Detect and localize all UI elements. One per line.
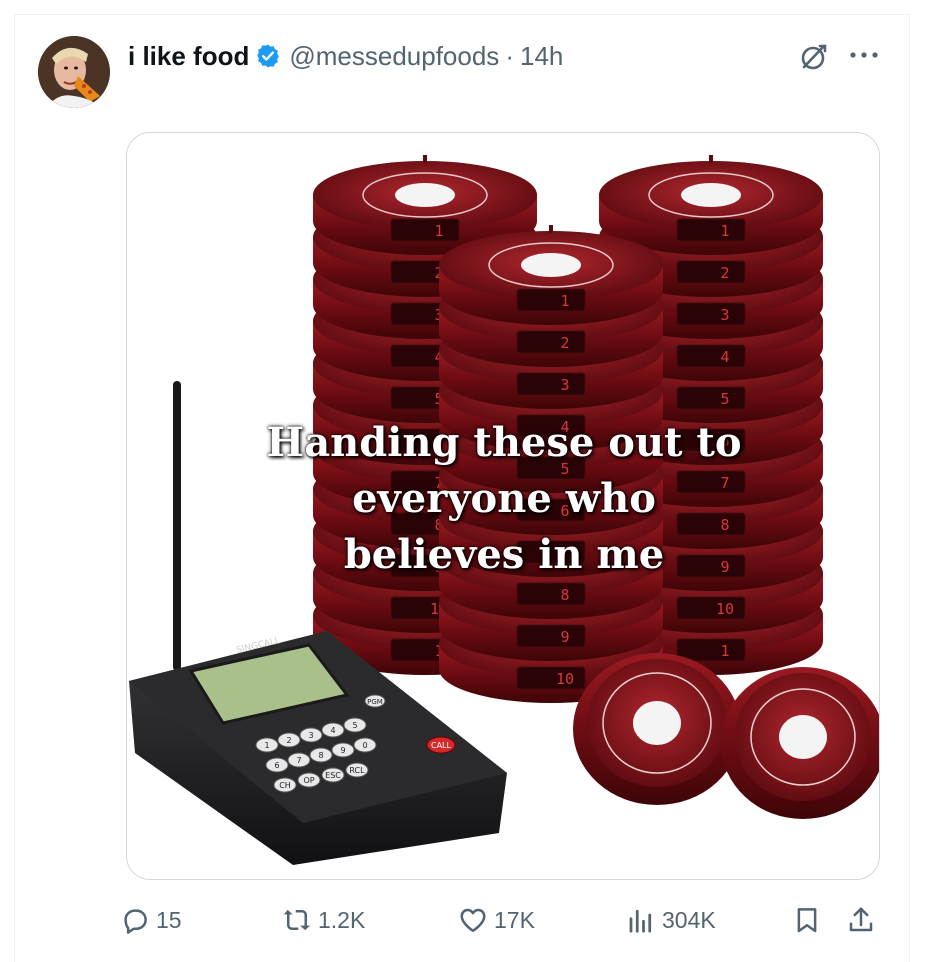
view-count: 304K [662, 906, 716, 933]
pager-number: 4 [720, 348, 729, 366]
tweet-header: i like food @messedupfoods · 14h [128, 38, 563, 74]
keypad-key: 5 [352, 721, 357, 730]
avatar[interactable] [38, 36, 110, 108]
keypad-key: 2 [286, 736, 291, 745]
keypad-key: CALL [431, 741, 452, 750]
reply-icon [124, 909, 147, 934]
bookmark-icon [797, 908, 817, 933]
verified-badge-icon [255, 43, 281, 69]
bookmark-button[interactable] [792, 900, 822, 940]
pager-number: 8 [560, 586, 569, 604]
keypad-key: 1 [264, 741, 269, 750]
pager-number: 5 [720, 390, 729, 408]
caption-line: believes in me [343, 531, 665, 578]
pager-number: 9 [560, 628, 569, 646]
user-handle[interactable]: @messedupfoods [289, 41, 499, 72]
display-name[interactable]: i like food [128, 41, 249, 72]
pager-number: 10 [716, 600, 734, 618]
views-button[interactable]: 304K [626, 900, 716, 940]
heart-icon [460, 908, 486, 932]
repost-count: 1.2K [318, 906, 366, 933]
like-button[interactable]: 17K [458, 900, 535, 940]
repost-button[interactable]: 1.2K [282, 900, 365, 940]
keypad-key: OP [303, 776, 314, 785]
keypad-key: 7 [296, 756, 301, 765]
grok-icon[interactable] [796, 40, 830, 74]
pager-number: 10 [556, 670, 574, 688]
pager-number: 1 [560, 292, 569, 310]
action-bar: 15 1.2K 17K 304K [120, 900, 890, 940]
pager-number: 3 [560, 376, 569, 394]
reply-button[interactable]: 15 [120, 900, 182, 940]
pager-number: 2 [560, 334, 569, 352]
loose-pagers [573, 653, 879, 819]
timestamp[interactable]: 14h [520, 41, 563, 72]
keypad-key: 4 [330, 726, 335, 735]
reply-count: 15 [156, 906, 182, 933]
views-chart-icon [629, 909, 652, 933]
caption-line: Handing these out to [266, 419, 742, 466]
like-count: 17K [494, 906, 535, 933]
pager-number: 2 [720, 264, 729, 282]
keypad-key: 0 [362, 741, 367, 750]
share-icon [849, 907, 873, 932]
caption-line: everyone who [352, 475, 656, 522]
pager-number: 1 [720, 222, 729, 240]
tweet-image[interactable]: 11098765432111098765432110987654321 1234… [126, 132, 880, 880]
separator-dot: · [505, 40, 514, 71]
keypad-key: PGM [367, 698, 383, 706]
more-options-icon[interactable] [844, 38, 884, 72]
repost-icon [283, 909, 311, 931]
keypad-key: 6 [274, 761, 279, 770]
keypad-key: ESC [325, 771, 341, 780]
keypad-key: CH [279, 781, 291, 790]
keypad-key: RCL [349, 766, 365, 775]
keypad-key: 9 [340, 746, 345, 755]
pager-number: 3 [720, 306, 729, 324]
share-button[interactable] [846, 900, 876, 940]
keypad-key: 8 [318, 751, 323, 760]
keypad-key: 3 [308, 731, 313, 740]
pager-number: 1 [434, 222, 443, 240]
meme-caption: Handing these out to everyone who believ… [127, 415, 879, 583]
pager-number: 1 [720, 642, 729, 660]
